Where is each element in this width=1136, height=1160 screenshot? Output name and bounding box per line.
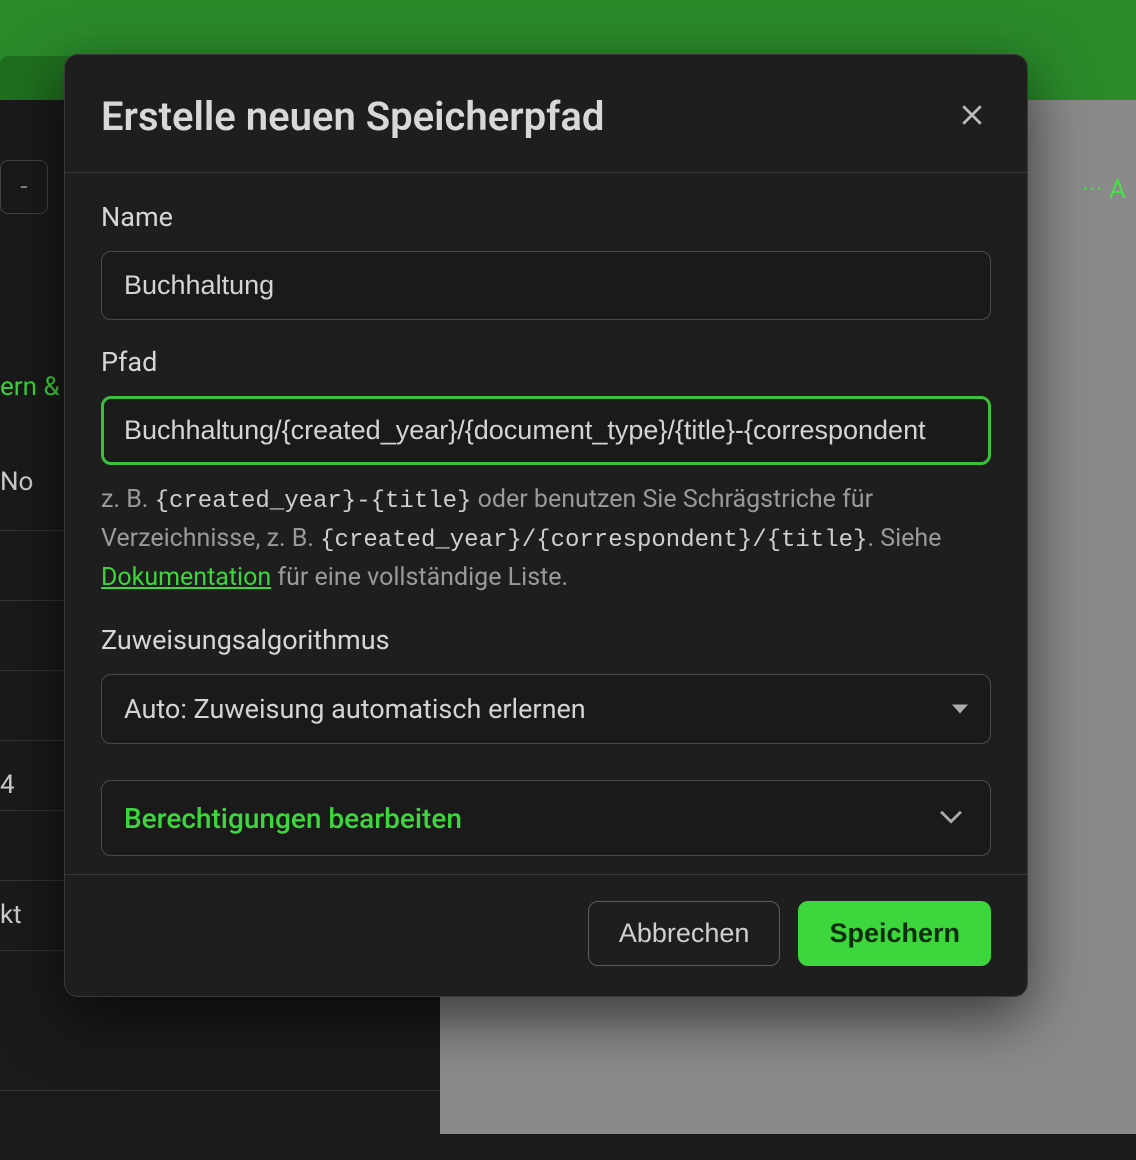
chevron-down-icon — [934, 799, 968, 837]
algorithm-label: Zuweisungsalgorithmus — [101, 624, 991, 656]
save-button[interactable]: Speichern — [798, 901, 991, 966]
background-side-text: kt — [0, 900, 22, 930]
background-side-text: 4 — [0, 770, 15, 800]
path-input[interactable] — [101, 396, 991, 465]
dialog-title: Erstelle neuen Speicherpfad — [101, 93, 604, 140]
caret-down-icon — [952, 705, 968, 714]
algorithm-selected-value: Auto: Zuweisung automatisch erlernen — [124, 693, 586, 725]
background-toolbar-actions: ··· A — [1072, 155, 1136, 225]
edit-permissions-toggle[interactable]: Berechtigungen bearbeiten — [101, 780, 991, 856]
create-storage-path-dialog: Erstelle neuen Speicherpfad Name Pfad z.… — [64, 54, 1028, 997]
dialog-footer: Abbrechen Speichern — [65, 874, 1027, 996]
dialog-body: Name Pfad z. B. {created_year}-{title} o… — [65, 173, 1027, 874]
help-code-example-2: {created_year}/{correspondent}/{title} — [320, 527, 867, 554]
dialog-header: Erstelle neuen Speicherpfad — [65, 55, 1027, 173]
documentation-link[interactable]: Dokumentation — [101, 563, 271, 592]
close-button[interactable] — [953, 96, 991, 138]
name-label: Name — [101, 201, 991, 233]
close-icon — [957, 115, 987, 134]
help-code-example-1: {created_year}-{title} — [155, 488, 472, 515]
background-side-link: ern & — [0, 372, 60, 402]
cancel-button[interactable]: Abbrechen — [588, 901, 781, 966]
path-help-text: z. B. {created_year}-{title} oder benutz… — [101, 481, 991, 598]
algorithm-select[interactable]: Auto: Zuweisung automatisch erlernen — [101, 674, 991, 744]
background-row — [0, 1090, 440, 1160]
path-label: Pfad — [101, 346, 991, 378]
edit-permissions-label: Berechtigungen bearbeiten — [124, 802, 462, 835]
background-side-text: No — [0, 467, 33, 497]
name-input[interactable] — [101, 251, 991, 320]
background-toolbar-button: - — [0, 160, 48, 214]
